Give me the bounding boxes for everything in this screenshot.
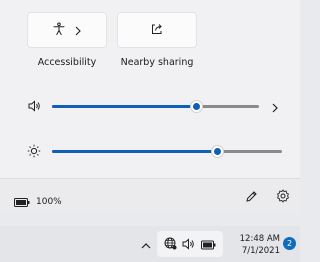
chevron-up-icon bbox=[141, 235, 151, 254]
share-icon bbox=[150, 21, 164, 40]
brightness-slider-fill bbox=[52, 150, 218, 153]
edit-quick-settings-button[interactable] bbox=[243, 189, 259, 205]
brightness-slider[interactable] bbox=[52, 145, 282, 158]
volume-slider-fill bbox=[52, 105, 197, 108]
pencil-icon bbox=[245, 188, 258, 207]
network-globe-icon bbox=[164, 235, 177, 254]
clock-date: 7/1/2021 bbox=[241, 246, 280, 256]
show-hidden-icons-button[interactable] bbox=[139, 236, 153, 252]
volume-slider[interactable] bbox=[52, 100, 259, 113]
quick-settings-tray-button[interactable] bbox=[157, 231, 223, 257]
nearby-sharing-label: Nearby sharing bbox=[120, 57, 194, 68]
battery-status[interactable]: 100% bbox=[14, 192, 62, 211]
clock[interactable]: 12:48 AM 7/1/2021 bbox=[226, 233, 280, 257]
volume-slider-thumb[interactable] bbox=[190, 100, 203, 113]
nearby-sharing-tile[interactable] bbox=[117, 12, 197, 48]
audio-output-chevron-icon[interactable] bbox=[271, 99, 279, 118]
quick-settings-footer: 100% bbox=[0, 178, 300, 214]
taskbar: 12:48 AM 7/1/2021 2 bbox=[0, 226, 300, 262]
accessibility-label: Accessibility bbox=[37, 57, 97, 68]
quick-settings-panel: Accessibility Nearby sharing 100% bbox=[0, 0, 300, 214]
gear-icon bbox=[276, 188, 290, 207]
chevron-right-icon bbox=[74, 21, 82, 40]
battery-percentage: 100% bbox=[36, 196, 62, 207]
battery-icon bbox=[14, 192, 30, 211]
speaker-icon bbox=[182, 235, 195, 254]
volume-row bbox=[26, 98, 286, 114]
brightness-row bbox=[26, 143, 286, 159]
all-settings-button[interactable] bbox=[275, 189, 291, 205]
accessibility-icon bbox=[52, 21, 66, 40]
speaker-icon[interactable] bbox=[26, 98, 42, 114]
accessibility-tile[interactable] bbox=[27, 12, 107, 48]
brightness-slider-thumb[interactable] bbox=[211, 145, 224, 158]
brightness-icon bbox=[26, 143, 42, 159]
battery-charging-icon bbox=[201, 235, 216, 254]
notification-badge[interactable]: 2 bbox=[283, 237, 296, 250]
clock-time: 12:48 AM bbox=[239, 234, 280, 244]
